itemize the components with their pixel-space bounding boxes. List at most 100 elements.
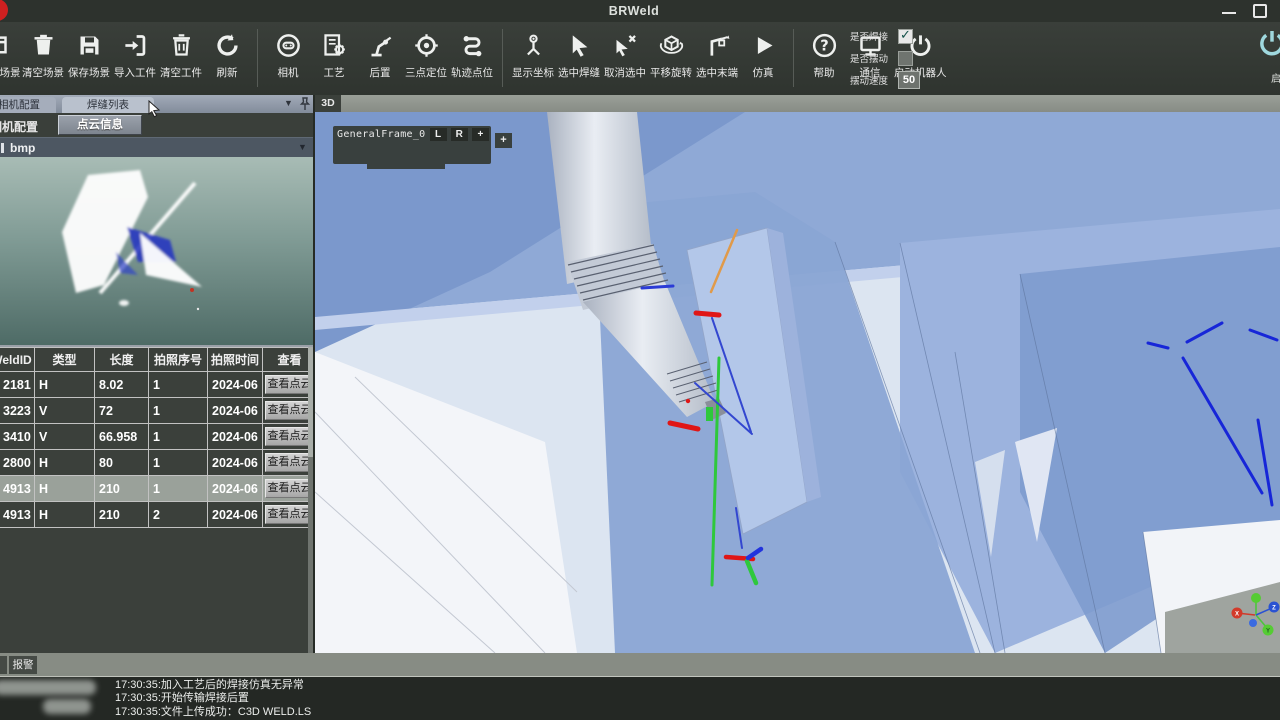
toolbar-group: 相机 工艺 后置三点定位轨迹点位: [265, 27, 495, 80]
scene-icon: [0, 27, 10, 63]
toolbar-button-deselect[interactable]: 取消选中: [602, 27, 648, 80]
table-row[interactable]: 2181H8.0212024-06查看点云: [0, 372, 317, 398]
table-cell: H: [35, 502, 95, 528]
subtab-camera-config[interactable]: 相机配置: [0, 118, 38, 135]
maximize-button[interactable]: [1253, 4, 1267, 18]
tab-info-clipped[interactable]: 息: [0, 656, 7, 674]
table-cell: 3223: [0, 398, 35, 424]
chevron-down-icon[interactable]: ▼: [298, 142, 307, 152]
toolbar-button-simulate[interactable]: 仿真: [740, 27, 786, 80]
svg-text:Z: Z: [1272, 606, 1276, 612]
log-line: 17:30:35:开始传输焊接后置: [115, 692, 311, 705]
camera-icon: [275, 27, 302, 63]
table-cell: 4913: [0, 502, 35, 528]
table-cell: V: [35, 398, 95, 424]
toolbar-button-label: 场景: [0, 65, 21, 80]
viewport-tabstrip: 3D: [315, 95, 1280, 112]
table-cell: 72: [95, 398, 149, 424]
frame-left-button[interactable]: L: [430, 128, 447, 141]
table-cell: 4913: [0, 476, 35, 502]
toolbar-button-scene[interactable]: 场景: [0, 27, 20, 80]
view-pointcloud-button[interactable]: 查看点云: [265, 453, 315, 472]
help-icon: ?: [811, 27, 838, 63]
table-cell: 210: [95, 476, 149, 502]
pointcloud-preview[interactable]: [0, 157, 313, 345]
toolbar-button-label: 清空工件: [160, 65, 202, 80]
toolbar-group: 显示坐标选中焊缝取消选中平移旋转选中末端仿真: [510, 27, 786, 80]
table-cell: 210: [95, 502, 149, 528]
toolbar-button-label: 仿真: [753, 65, 774, 80]
tab-weld-list[interactable]: 焊缝列表: [62, 97, 154, 113]
toolbar-button-import-part[interactable]: 导入工件: [112, 27, 158, 80]
table-cell: 2024-06: [208, 398, 263, 424]
toolbar-button-pan-rotate[interactable]: 平移旋转: [648, 27, 694, 80]
toolbar-button-camera[interactable]: 相机: [265, 27, 311, 80]
toolbar-button-show-coordinates[interactable]: 显示坐标: [510, 27, 556, 80]
left-panel: 相机配置 焊缝列表 ▼ 相机配置 点云信息 bmp ▼: [0, 95, 313, 653]
subtab-pointcloud-info[interactable]: 点云信息: [58, 115, 142, 135]
pointcloud-file-dropdown[interactable]: bmp ▼: [0, 137, 313, 158]
svg-text:Y: Y: [1266, 629, 1270, 635]
viewport-3d[interactable]: X Z Y GeneralFrame_0 L R + +: [315, 112, 1280, 653]
toolbar-button-label: 相机: [278, 65, 299, 80]
tab-3d[interactable]: 3D: [315, 95, 341, 112]
weave-speed-label: 摆动速度: [850, 73, 892, 87]
toolbar-button-label: 后置: [370, 65, 391, 80]
weave-checkbox[interactable]: [898, 51, 913, 66]
coordinates-icon: [520, 27, 547, 63]
app-window: BRWeld 场景清空场景保存场景导入工件清空工件刷新相机工艺后置三点定位轨迹点…: [0, 0, 1280, 720]
toolbar-button-trajectory-points[interactable]: 轨迹点位: [449, 27, 495, 80]
toolbar-button-label: 选中末端: [696, 65, 738, 80]
view-pointcloud-button[interactable]: 查看点云: [265, 505, 315, 524]
frame-right-button[interactable]: R: [451, 128, 468, 141]
frame-add-button[interactable]: +: [495, 133, 512, 148]
table-row[interactable]: 2800H8012024-06查看点云: [0, 450, 317, 476]
view-pointcloud-button[interactable]: 查看点云: [265, 401, 315, 420]
view-pointcloud-button[interactable]: 查看点云: [265, 479, 315, 498]
chevron-down-icon[interactable]: ▼: [284, 98, 293, 108]
table-cell: 1: [149, 372, 208, 398]
cursor-icon: [566, 27, 593, 63]
toolbar-button-three-point-locate[interactable]: 三点定位: [403, 27, 449, 80]
toolbar-button-clear-scene[interactable]: 清空场景: [20, 27, 66, 80]
tab-camera-config[interactable]: 相机配置: [0, 97, 56, 113]
toolbar-button-label: 帮助: [814, 65, 835, 80]
tab-alarm[interactable]: 报警: [9, 656, 37, 674]
frame-panel: GeneralFrame_0 L R +: [333, 126, 491, 164]
trash-outline-icon: [168, 27, 195, 63]
table-cell: 2800: [0, 450, 35, 476]
edge-power-label: 启: [1271, 70, 1280, 85]
toolbar-button-save-scene[interactable]: 保存场景: [66, 27, 112, 80]
toolbar-button-clear-part[interactable]: 清空工件: [158, 27, 204, 80]
view-pointcloud-button[interactable]: 查看点云: [265, 427, 315, 446]
frame-name: GeneralFrame_0: [337, 129, 426, 140]
toolbar-button-post[interactable]: 后置: [357, 27, 403, 80]
table-header: 类型: [35, 348, 95, 372]
toolbar-button-label: 平移旋转: [650, 65, 692, 80]
table-cell: 66.958: [95, 424, 149, 450]
table-row[interactable]: 4913H21012024-06查看点云: [0, 476, 317, 502]
filename-text: bmp: [10, 141, 35, 155]
toolbar-button-refresh[interactable]: 刷新: [204, 27, 250, 80]
toolbar-button-help[interactable]: ? 帮助: [801, 27, 847, 80]
minimize-button[interactable]: [1222, 12, 1236, 14]
edge-power-icon[interactable]: [1256, 27, 1280, 61]
view-pointcloud-button[interactable]: 查看点云: [265, 375, 315, 394]
table-row[interactable]: 4913H21022024-06查看点云: [0, 502, 317, 528]
weave-speed-input[interactable]: 50: [898, 71, 920, 89]
table-row[interactable]: 3223V7212024-06查看点云: [0, 398, 317, 424]
toolbar-button-process[interactable]: 工艺: [311, 27, 357, 80]
table-row[interactable]: 3410V66.95812024-06查看点云: [0, 424, 317, 450]
toolbar-button-select-end[interactable]: 选中末端: [694, 27, 740, 80]
table-cell: H: [35, 476, 95, 502]
toolbar-button-select-weld[interactable]: 选中焊缝: [556, 27, 602, 80]
frame-panel-tab: [367, 164, 445, 169]
toolbar-button-label: 工艺: [324, 65, 345, 80]
table-header: WeldID: [0, 348, 35, 372]
end-effector-icon: [704, 27, 731, 63]
table-cell: 1: [149, 450, 208, 476]
table-cell: H: [35, 372, 95, 398]
weld-checkbox[interactable]: [898, 29, 913, 44]
frame-plus-button[interactable]: +: [472, 128, 489, 141]
weld-checkbox-label: 是否焊接: [850, 29, 892, 43]
